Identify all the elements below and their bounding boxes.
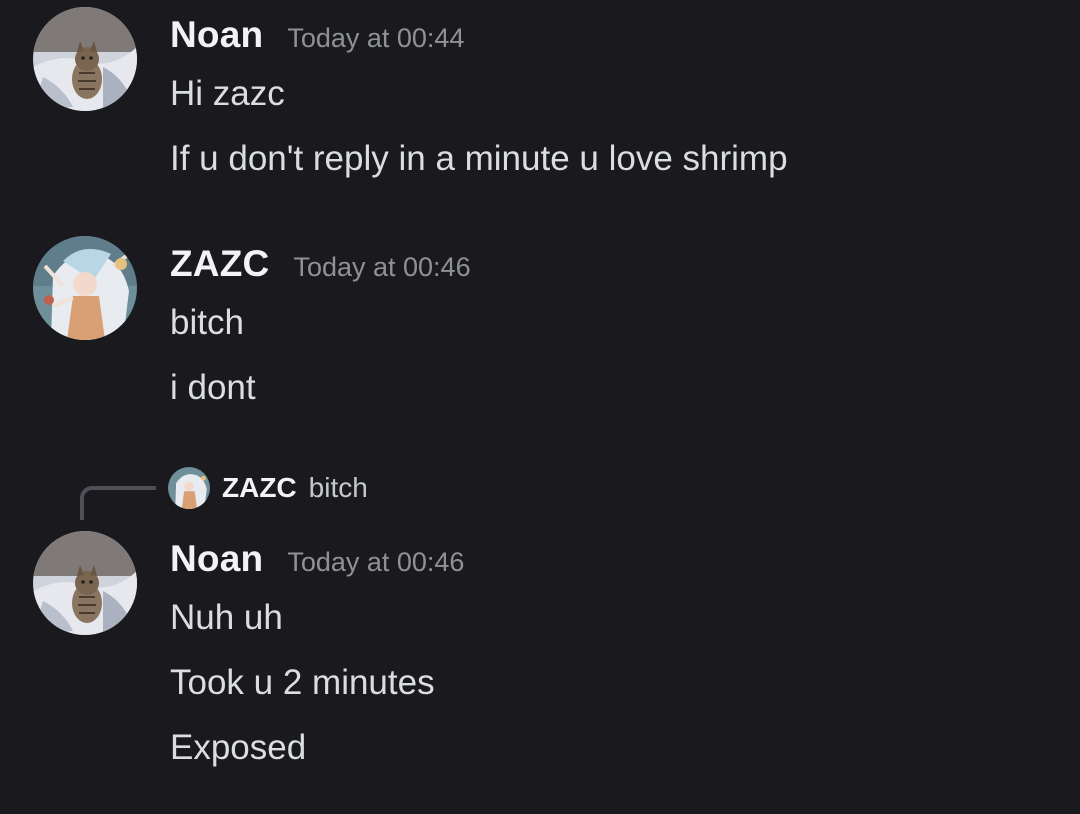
reply-author[interactable]: ZAZC bbox=[222, 472, 297, 504]
reply-spine bbox=[80, 486, 156, 520]
chat-message-list: Noan Today at 00:44 Hi zazc If u don't r… bbox=[0, 0, 1080, 814]
message-timestamp: Today at 00:44 bbox=[287, 23, 465, 53]
message-line: Exposed bbox=[170, 728, 307, 767]
message-timestamp: Today at 00:46 bbox=[287, 547, 465, 577]
anime-avatar-icon bbox=[168, 467, 210, 509]
message-timestamp: Today at 00:46 bbox=[293, 252, 471, 282]
message-author[interactable]: Noan bbox=[170, 538, 263, 580]
message-line: Took u 2 minutes bbox=[170, 663, 435, 702]
message-line: Nuh uh bbox=[170, 598, 283, 637]
reply-reference[interactable]: ZAZC bitch bbox=[168, 467, 368, 509]
message-line: If u don't reply in a minute u love shri… bbox=[170, 139, 788, 178]
anime-avatar-icon[interactable] bbox=[33, 236, 137, 340]
cat-avatar-icon[interactable] bbox=[33, 531, 137, 635]
message-line: Hi zazc bbox=[170, 74, 285, 113]
message-line: i dont bbox=[170, 368, 256, 407]
message-author[interactable]: Noan bbox=[170, 14, 263, 56]
reply-text[interactable]: bitch bbox=[309, 472, 368, 504]
message-author[interactable]: ZAZC bbox=[170, 243, 269, 285]
cat-avatar-icon[interactable] bbox=[33, 7, 137, 111]
message-line: bitch bbox=[170, 303, 244, 342]
